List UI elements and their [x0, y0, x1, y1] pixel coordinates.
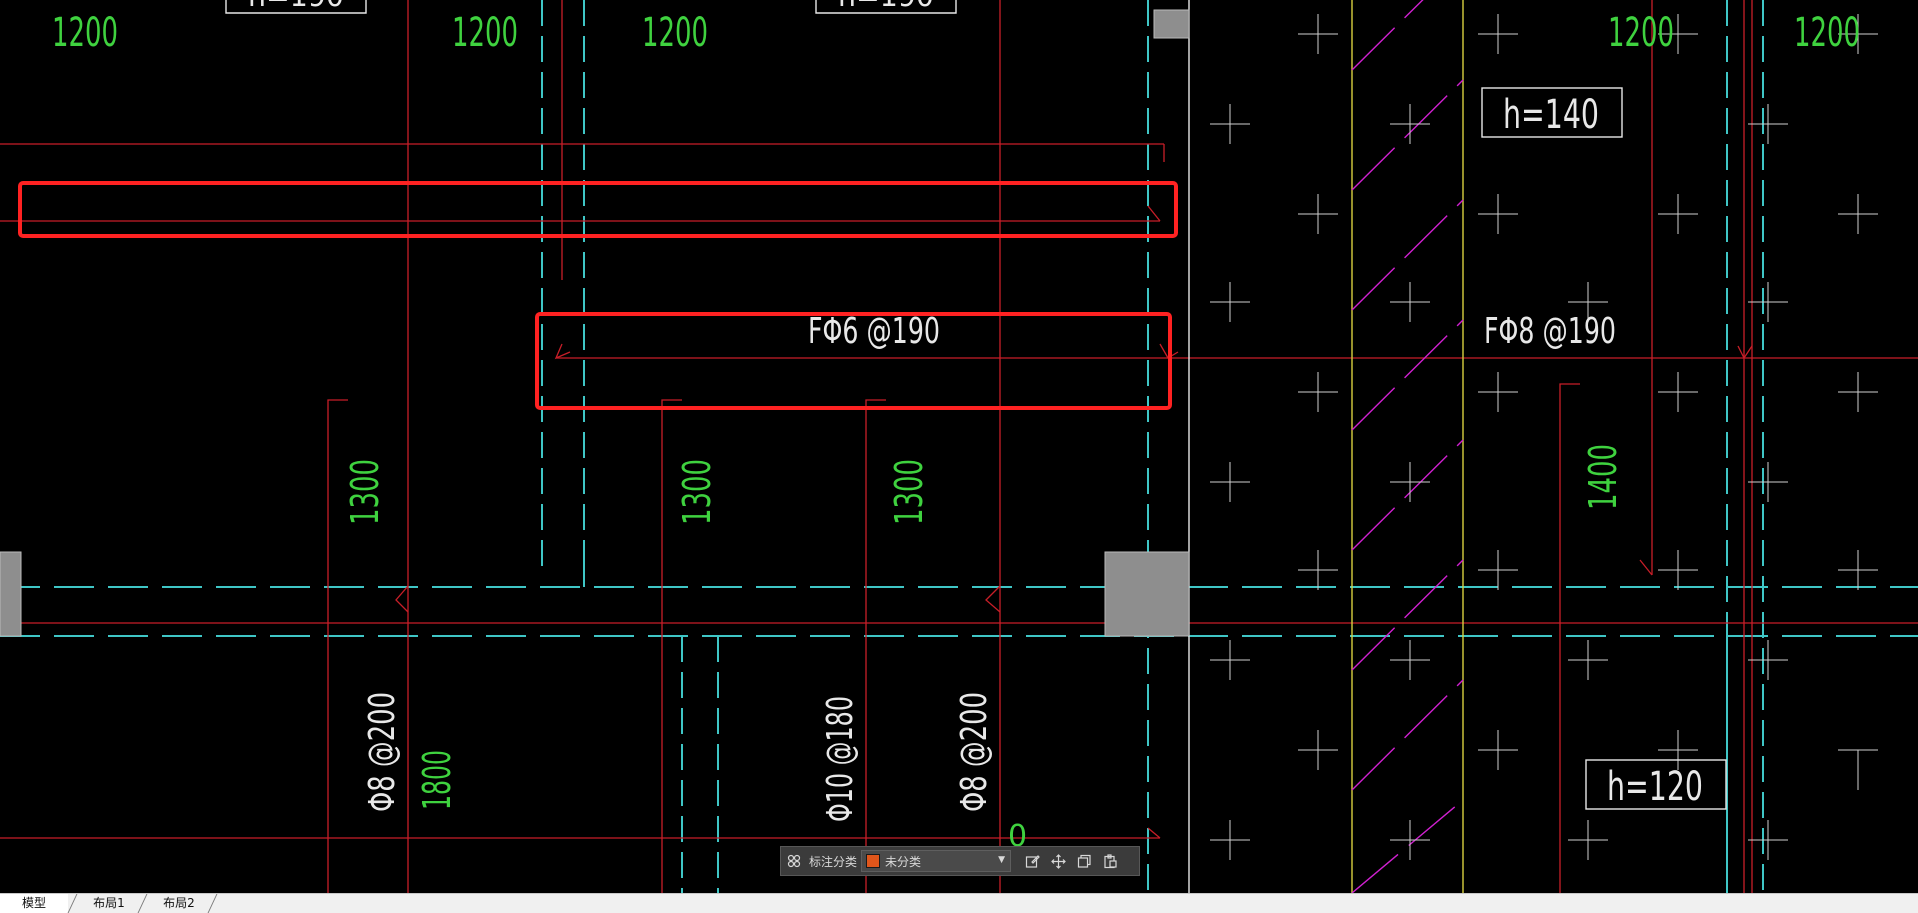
annotation-category-label: 标注分类: [809, 854, 858, 869]
partial-top-label-2: h=190: [838, 0, 934, 14]
dim-top-5: 1200: [1794, 10, 1860, 56]
dim-vertical-2: 1300: [675, 459, 719, 525]
rebar-label-2: FΦ8 @190: [1484, 311, 1616, 352]
annotation-category-toolbar: 标注分类 未分类 ▼: [780, 846, 1140, 876]
cad-drawing-canvas[interactable]: 1200 1200 1200 1200 1200 1300 1300 1300 …: [0, 0, 1918, 893]
move-icon[interactable]: [1045, 848, 1071, 874]
slab-label-h120: h=120: [1607, 764, 1703, 810]
dim-vertical-4: 1400: [1581, 444, 1625, 510]
rebar-vertical-1: Φ8 @200: [362, 692, 403, 812]
tab-model[interactable]: 模型: [0, 894, 68, 913]
paste-icon[interactable]: [1097, 848, 1123, 874]
rebar-vertical-2: Φ10 @180: [820, 696, 861, 822]
column-left: [0, 551, 22, 637]
dim-top-1: 1200: [52, 10, 118, 56]
dim-top-2: 1200: [452, 10, 518, 56]
dim-top-4: 1200: [1608, 10, 1674, 56]
tab-model-label: 模型: [21, 896, 46, 910]
partial-top-label-1: h=190: [248, 0, 344, 14]
grid-icon[interactable]: [781, 848, 807, 874]
tab-layout2-label: 布局2: [163, 896, 195, 910]
edit-icon[interactable]: [1019, 848, 1045, 874]
category-color-swatch: [866, 854, 881, 868]
dim-vertical-1: 1300: [343, 459, 387, 525]
layout-tab-bar: 模型 布局1 布局2: [0, 893, 1918, 913]
dim-top-3: 1200: [642, 10, 708, 56]
dim-vertical-3: 1300: [887, 459, 931, 525]
annotation-category-select[interactable]: 未分类 ▼: [861, 850, 1012, 872]
rebar-label-1: FΦ6 @190: [808, 311, 940, 352]
chevron-down-icon: ▼: [998, 855, 1006, 865]
rebar-vertical-3: Φ8 @200: [954, 692, 995, 812]
tab-layout2[interactable]: 布局2: [146, 894, 212, 913]
slab-label-h140: h=140: [1503, 92, 1599, 138]
tab-layout1-label: 布局1: [93, 896, 125, 910]
copy-icon[interactable]: [1071, 848, 1097, 874]
tab-layout1[interactable]: 布局1: [76, 894, 142, 913]
annotation-category-value: 未分类: [885, 854, 922, 869]
column-top: [1153, 9, 1190, 39]
column-middle: [1104, 551, 1190, 637]
dim-vertical-5: 1800: [415, 750, 459, 810]
